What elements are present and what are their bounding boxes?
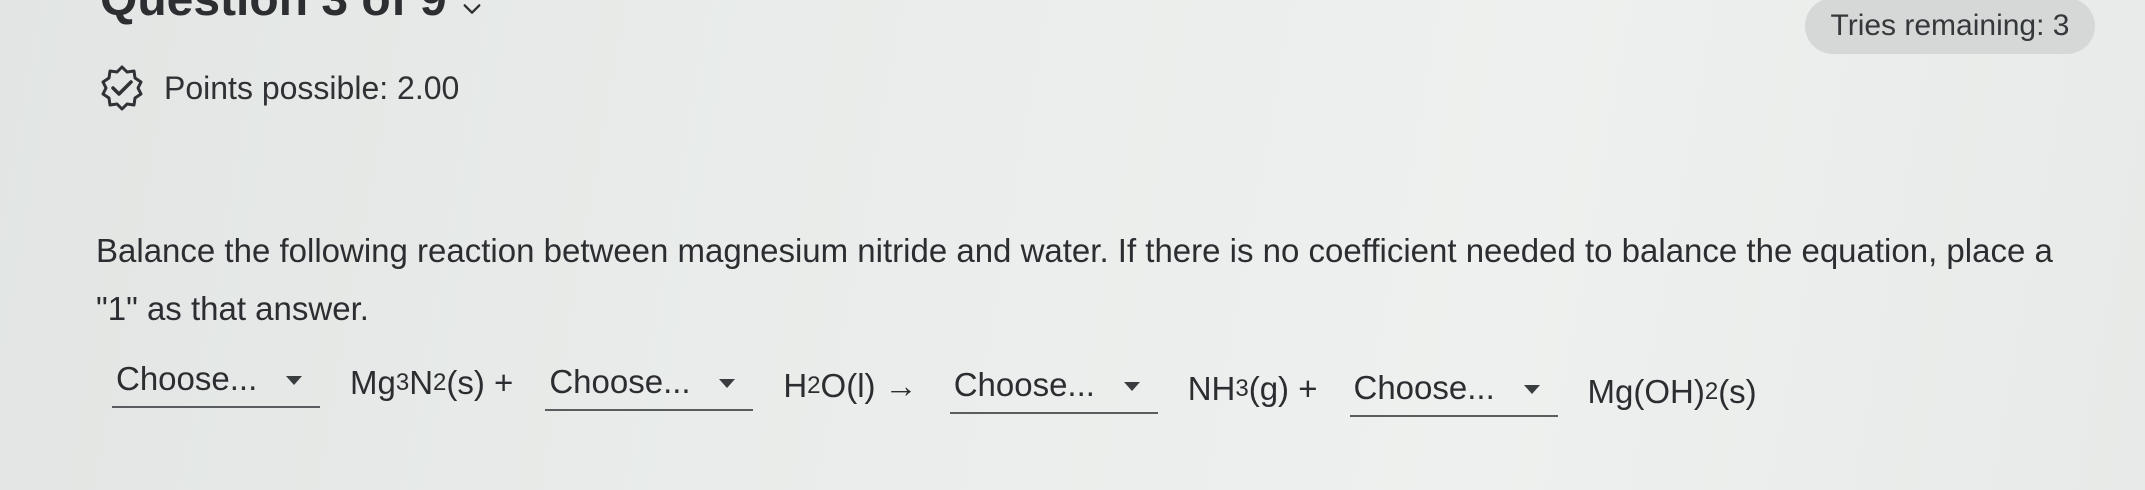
- caret-down-icon: [1523, 385, 1540, 394]
- chevron-down-icon[interactable]: [461, 0, 483, 20]
- question-header[interactable]: Question 3 of 9: [100, 0, 483, 30]
- select-value: Choose...: [549, 363, 691, 400]
- coefficient-select-4[interactable]: Choose...: [1349, 361, 1558, 417]
- tries-remaining-text: Tries remaining: 3: [1830, 9, 2070, 42]
- coefficient-select-3[interactable]: Choose...: [949, 358, 1158, 414]
- species-nh3: NH 3 (g) +: [1187, 370, 1318, 407]
- coefficient-select-2[interactable]: Choose...: [545, 355, 754, 411]
- question-title: Question 3 of 9: [100, 0, 447, 30]
- coefficient-select-1[interactable]: Choose...: [112, 352, 320, 408]
- points-possible-label: Points possible: 2.00: [164, 69, 460, 106]
- species-h2o: H 2 O(l) →: [783, 367, 918, 404]
- caret-down-icon: [719, 379, 736, 388]
- caret-down-icon: [1123, 382, 1140, 391]
- caret-down-icon: [286, 376, 302, 385]
- select-value: Choose...: [953, 366, 1095, 403]
- chemical-equation: Choose... Mg 3 N 2 (s) + Choose... H 2 O(l) → …: [112, 352, 1789, 420]
- select-value: Choose...: [116, 360, 258, 397]
- species-mgoh2: Mg(OH) 2 (s): [1587, 373, 1757, 410]
- question-prompt: Balance the following reaction between m…: [96, 232, 2053, 327]
- badge-check-icon: [101, 65, 143, 111]
- points-row: Points possible: 2.00: [98, 64, 459, 112]
- tries-remaining-badge: Tries remaining: 3: [1805, 0, 2095, 54]
- select-value: Choose...: [1353, 369, 1495, 406]
- species-mg3n2: Mg 3 N 2 (s) +: [350, 364, 514, 401]
